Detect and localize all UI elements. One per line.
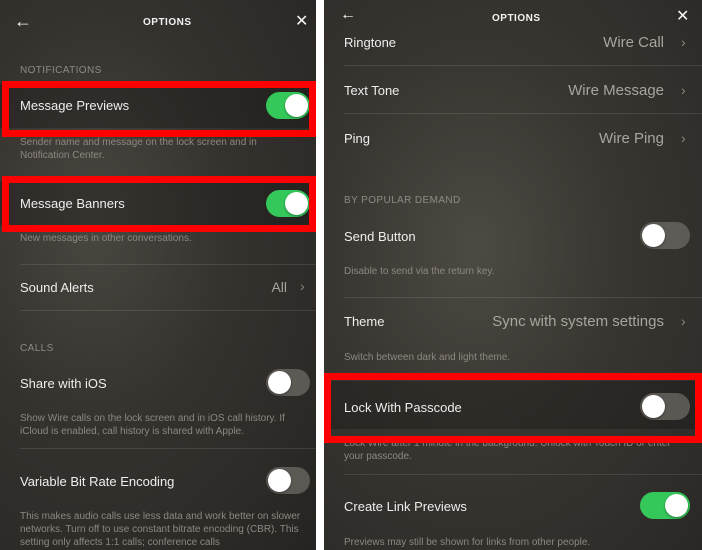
send-button-label: Send Button bbox=[344, 229, 416, 244]
toggle-knob bbox=[268, 371, 291, 394]
message-previews-description: Sender name and message on the lock scre… bbox=[20, 137, 257, 161]
vbr-toggle[interactable] bbox=[266, 467, 310, 494]
close-icon[interactable]: ✕ bbox=[676, 8, 689, 26]
toggle-knob bbox=[665, 494, 688, 517]
ping-label[interactable]: Ping bbox=[344, 131, 370, 146]
message-banners-toggle[interactable] bbox=[266, 190, 310, 217]
ringtone-value[interactable]: Wire Call bbox=[504, 34, 664, 51]
share-with-ios-toggle[interactable] bbox=[266, 369, 310, 396]
ringtone-label[interactable]: Ringtone bbox=[344, 35, 396, 50]
link-previews-toggle[interactable] bbox=[640, 492, 690, 519]
sound-alerts-label[interactable]: Sound Alerts bbox=[20, 280, 94, 295]
chevron-right-icon: › bbox=[300, 278, 305, 294]
divider bbox=[20, 264, 316, 265]
lock-passcode-description: Lock Wire after 1 minute in the backgrou… bbox=[344, 438, 671, 462]
page-title: OPTIONS bbox=[143, 17, 192, 28]
chevron-right-icon: › bbox=[681, 313, 686, 329]
back-arrow-icon[interactable]: ← bbox=[14, 12, 32, 30]
send-button-toggle[interactable] bbox=[640, 222, 690, 249]
share-with-ios-description: Show Wire calls on the lock screen and i… bbox=[20, 413, 285, 437]
sound-alerts-value[interactable]: All bbox=[240, 279, 287, 295]
section-header-calls: CALLS bbox=[20, 343, 54, 354]
chevron-right-icon: › bbox=[681, 34, 686, 50]
section-header-notifications: NOTIFICATIONS bbox=[20, 65, 102, 76]
text-tone-label[interactable]: Text Tone bbox=[344, 83, 399, 98]
divider bbox=[20, 448, 316, 449]
section-header-popular-demand: BY POPULAR DEMAND bbox=[344, 195, 461, 206]
vbr-label: Variable Bit Rate Encoding bbox=[20, 474, 175, 489]
message-banners-description: New messages in other conversations. bbox=[20, 233, 192, 244]
toggle-knob bbox=[285, 94, 308, 117]
text-tone-value[interactable]: Wire Message bbox=[504, 82, 664, 99]
toggle-knob bbox=[285, 192, 308, 215]
message-banners-label: Message Banners bbox=[20, 196, 125, 211]
back-arrow-icon[interactable]: ← bbox=[340, 6, 356, 24]
lock-passcode-toggle[interactable] bbox=[640, 393, 690, 420]
link-previews-description: Previews may still be shown for links fr… bbox=[344, 537, 591, 548]
theme-label[interactable]: Theme bbox=[344, 314, 384, 329]
divider bbox=[344, 474, 702, 475]
page-title: OPTIONS bbox=[492, 13, 541, 24]
share-with-ios-label: Share with iOS bbox=[20, 376, 107, 391]
chevron-right-icon: › bbox=[681, 130, 686, 146]
toggle-knob bbox=[268, 469, 291, 492]
left-options-screen: ← OPTIONS ✕ NOTIFICATIONS Message Previe… bbox=[0, 0, 316, 550]
toggle-knob bbox=[642, 224, 665, 247]
chevron-right-icon: › bbox=[681, 82, 686, 98]
divider bbox=[344, 65, 702, 66]
right-options-screen: ← OPTIONS ✕ Ringtone Wire Call › Text To… bbox=[324, 0, 702, 550]
divider bbox=[20, 310, 316, 311]
theme-value[interactable]: Sync with system settings bbox=[444, 313, 664, 330]
lock-passcode-label: Lock With Passcode bbox=[344, 400, 462, 415]
vbr-description: This makes audio calls use less data and… bbox=[20, 511, 301, 548]
send-button-description: Disable to send via the return key. bbox=[344, 266, 495, 277]
theme-description: Switch between dark and light theme. bbox=[344, 352, 511, 363]
close-icon[interactable]: ✕ bbox=[295, 13, 308, 31]
toggle-knob bbox=[642, 395, 665, 418]
message-previews-label: Message Previews bbox=[20, 98, 130, 113]
divider bbox=[344, 113, 702, 114]
message-previews-toggle[interactable] bbox=[266, 92, 310, 119]
ping-value[interactable]: Wire Ping bbox=[504, 130, 664, 147]
link-previews-label: Create Link Previews bbox=[344, 499, 467, 514]
divider bbox=[344, 297, 702, 298]
